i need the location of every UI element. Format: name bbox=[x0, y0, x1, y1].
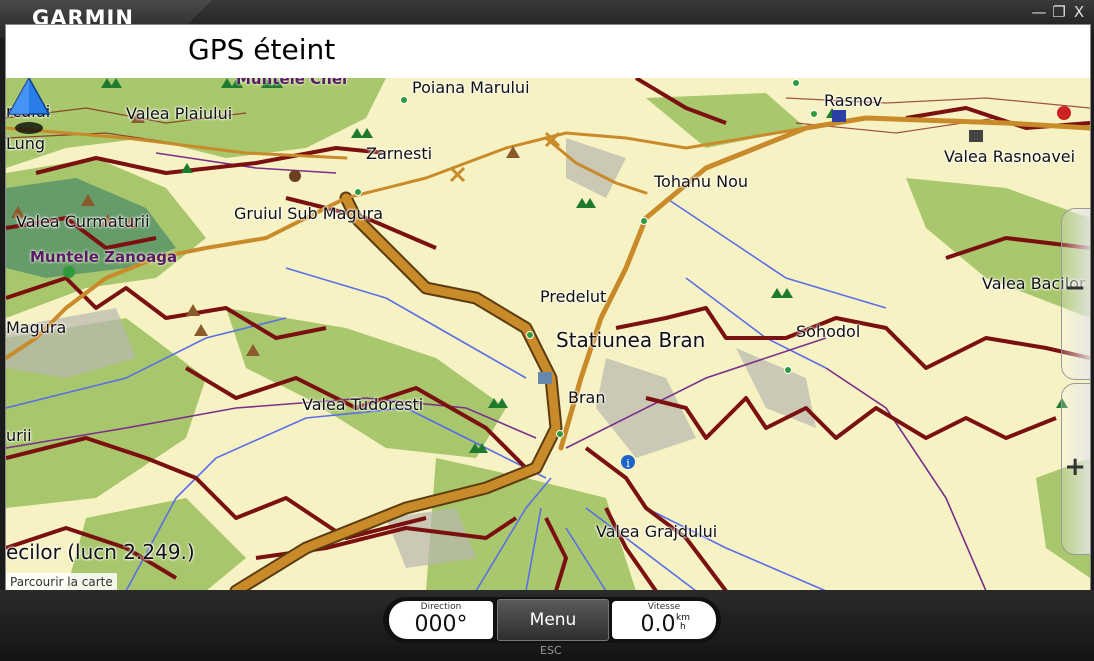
map-drawing: i bbox=[6, 78, 1090, 591]
minus-icon: − bbox=[1064, 273, 1086, 303]
map-label-statiunea-bran: Statiunea Bran bbox=[556, 328, 706, 352]
direction-value: 000° bbox=[414, 612, 468, 637]
map-label-bran: Bran bbox=[568, 388, 606, 407]
map-label-zarnesti: Zarnesti bbox=[366, 144, 433, 163]
map-label-partial-top: Muntele Chel bbox=[236, 78, 348, 88]
map-label-rasnov: Rasnov bbox=[824, 91, 883, 110]
map-label-valea-tudoresti: Valea Tudoresti bbox=[302, 395, 424, 414]
map-label-valea-grajdului: Valea Grajdului bbox=[596, 522, 718, 541]
map-label-muntele-zanoaga: Muntele Zanoaga bbox=[30, 248, 178, 266]
page-title: GPS éteint bbox=[188, 33, 336, 66]
restore-button[interactable]: ❐ bbox=[1050, 3, 1068, 21]
map-label-gruiul-sub-magura: Gruiul Sub Magura bbox=[234, 204, 384, 223]
map-label-valea-curmaturii: Valea Curmaturii bbox=[16, 212, 150, 231]
direction-field[interactable]: Direction 000° bbox=[389, 601, 493, 639]
speed-label: Vitesse bbox=[647, 602, 681, 612]
speed-field[interactable]: Vitesse 0.0 km h bbox=[612, 601, 716, 639]
map-label-sohodol: Sohodol bbox=[796, 322, 861, 341]
map-label-valea-plaiului: Valea Plaiului bbox=[126, 104, 233, 123]
menu-button[interactable]: Menu bbox=[497, 599, 609, 641]
direction-label: Direction bbox=[420, 602, 462, 612]
landmark-icon bbox=[289, 170, 301, 182]
zoom-out-button[interactable]: − bbox=[1061, 208, 1090, 380]
speed-unit-bottom: h bbox=[680, 622, 686, 632]
current-road-label: ecilor (lucn 2.249.) bbox=[6, 540, 195, 564]
minimize-button[interactable]: — bbox=[1030, 3, 1048, 21]
zoom-in-button[interactable]: + bbox=[1061, 383, 1090, 555]
close-button[interactable]: X bbox=[1070, 3, 1088, 21]
map-label-magura: Magura bbox=[6, 318, 67, 337]
map-label-valea-rasnoavei: Valea Rasnoavei bbox=[944, 147, 1076, 166]
map-label-tohanu-nou: Tohanu Nou bbox=[654, 172, 749, 191]
speed-unit: km h bbox=[676, 614, 690, 632]
header: GPS éteint bbox=[6, 25, 1090, 79]
window-controls: — ❐ X bbox=[1030, 3, 1088, 21]
map-label-urii: urii bbox=[6, 426, 32, 445]
main-frame: GPS éteint i Muntele Chel Poiana Marului… bbox=[5, 24, 1091, 592]
camera-icon bbox=[969, 130, 983, 142]
phone-icon bbox=[1057, 106, 1071, 120]
map-label-predelut: Predelut bbox=[540, 287, 607, 306]
zoom-controls: − + bbox=[1060, 208, 1090, 591]
hotel-icon bbox=[538, 372, 552, 384]
park-icon bbox=[63, 266, 75, 278]
vehicle-position-icon bbox=[7, 78, 51, 134]
speed-value: 0.0 bbox=[640, 612, 676, 637]
building-icon bbox=[832, 110, 846, 122]
map-label-poiana-marului: Poiana Marului bbox=[412, 78, 530, 97]
esc-label: ESC bbox=[540, 644, 562, 657]
browse-map-button[interactable]: Parcourir la carte bbox=[6, 573, 117, 591]
plus-icon: + bbox=[1064, 452, 1086, 482]
info-glyph: i bbox=[626, 457, 630, 470]
map-view[interactable]: i Muntele Chel Poiana Marului Rasnov rcu… bbox=[6, 78, 1090, 591]
